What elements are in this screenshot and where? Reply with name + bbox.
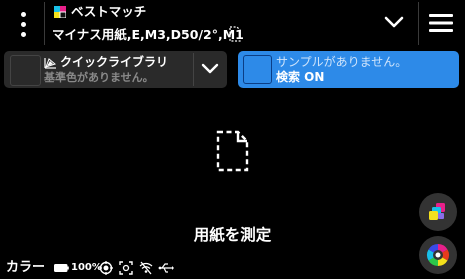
reference-swatch — [10, 55, 41, 86]
no-sample-text: サンプルがありません。 — [276, 55, 408, 69]
color-mode-icon — [54, 6, 66, 18]
page-title: ベストマッチ — [71, 4, 147, 19]
battery-percentage: 100% — [71, 262, 102, 273]
document-icon — [229, 26, 241, 42]
focus-icon — [119, 261, 133, 275]
chevron-down-icon[interactable] — [380, 10, 408, 34]
sample-swatch — [243, 55, 272, 84]
document-placeholder-icon — [216, 130, 249, 172]
quick-library-label: クイックライブラリ — [60, 55, 169, 69]
no-reference-text: 基準色がありません。 — [44, 71, 154, 84]
search-status: 検索 ON — [276, 70, 325, 84]
swatches-icon — [429, 203, 445, 220]
usb-icon — [158, 263, 174, 273]
header-divider — [44, 2, 45, 45]
color-mode-label: カラー — [6, 260, 46, 275]
gamut-icon — [44, 58, 57, 69]
color-wheel-icon — [427, 244, 449, 266]
header-divider — [418, 2, 419, 45]
chevron-down-icon[interactable] — [197, 57, 223, 81]
measure-paper-prompt: 用紙を測定 — [193, 226, 272, 244]
kebab-menu-icon[interactable] — [6, 6, 40, 42]
target-icon — [99, 261, 113, 275]
swatches-button[interactable] — [419, 193, 457, 231]
panel-divider — [193, 53, 194, 86]
color-wheel-button[interactable] — [419, 236, 457, 274]
wifi-off-icon — [139, 261, 153, 275]
battery-icon — [54, 264, 69, 272]
hamburger-menu-icon[interactable] — [426, 11, 456, 35]
measurement-conditions: マイナス用紙,E,M3,D50/2°,M1 — [52, 27, 244, 42]
